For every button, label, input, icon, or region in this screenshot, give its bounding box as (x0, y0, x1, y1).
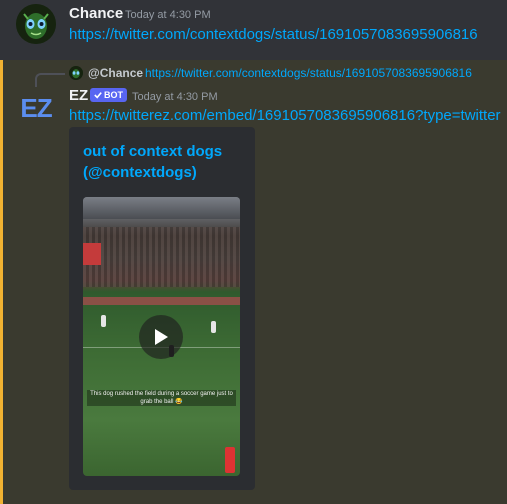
player (225, 447, 235, 473)
message-ez: @Chance https://twitter.com/contextdogs/… (0, 60, 507, 504)
avatar-ez[interactable]: EZ (16, 88, 56, 128)
reply-link[interactable]: https://twitter.com/contextdogs/status/1… (145, 66, 472, 80)
embed-card: out of context dogs (@contextdogs) This … (69, 127, 255, 490)
timestamp[interactable]: Today at 4:30 PM (125, 9, 211, 21)
author-name[interactable]: Chance (69, 5, 123, 22)
message-link[interactable]: https://twitter.com/contextdogs/status/1… (69, 26, 478, 43)
mention-highlight-bar (0, 60, 3, 504)
reply-connector (35, 73, 65, 87)
alien-face-icon (69, 66, 83, 80)
stadium-stands (83, 227, 240, 287)
author-name[interactable]: EZ (69, 87, 88, 104)
reply-mention[interactable]: @Chance (88, 66, 143, 80)
alien-face-icon (16, 4, 56, 44)
play-button[interactable] (139, 315, 183, 359)
player (211, 321, 216, 333)
checkmark-icon (94, 92, 102, 99)
reply-avatar[interactable] (69, 66, 83, 80)
embed-video[interactable]: This dog rushed the field during a socce… (83, 197, 240, 476)
ad-board (83, 297, 240, 305)
message-chance: Chance Today at 4:30 PM https://twitter.… (0, 0, 507, 60)
play-icon (155, 329, 168, 345)
avatar-chance[interactable] (16, 4, 56, 44)
stadium-banner (83, 243, 101, 265)
player (101, 315, 106, 327)
bot-tag: BOT (90, 88, 127, 102)
stadium-roof (83, 197, 240, 219)
bot-tag-label: BOT (104, 90, 123, 100)
timestamp[interactable]: Today at 4:30 PM (132, 91, 218, 103)
message-link[interactable]: https://twitterez.com/embed/169105708369… (69, 107, 501, 124)
video-caption: This dog rushed the field during a socce… (87, 390, 236, 406)
embed-title[interactable]: out of context dogs (@contextdogs) (83, 141, 243, 183)
